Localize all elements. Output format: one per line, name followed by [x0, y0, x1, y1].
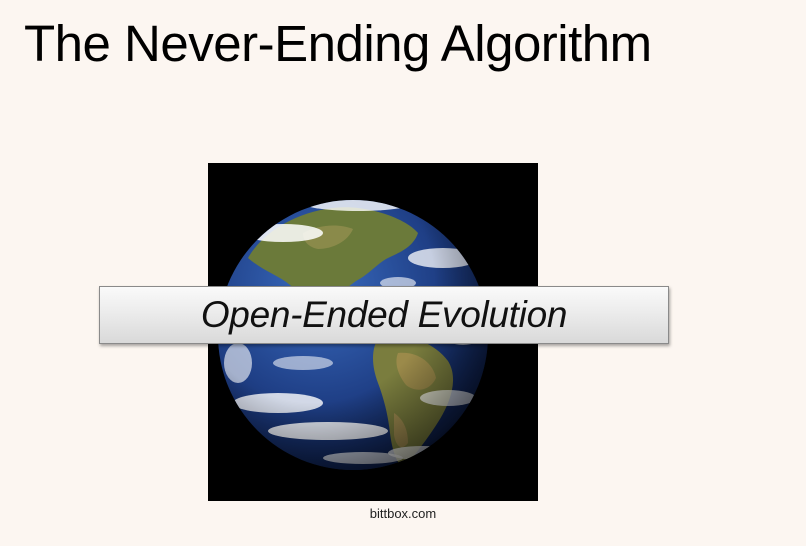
- image-credit: bittbox.com: [369, 506, 437, 521]
- caption-box: Open-Ended Evolution: [99, 286, 669, 344]
- caption-text: Open-Ended Evolution: [200, 294, 568, 335]
- slide-title: The Never-Ending Algorithm: [24, 15, 652, 72]
